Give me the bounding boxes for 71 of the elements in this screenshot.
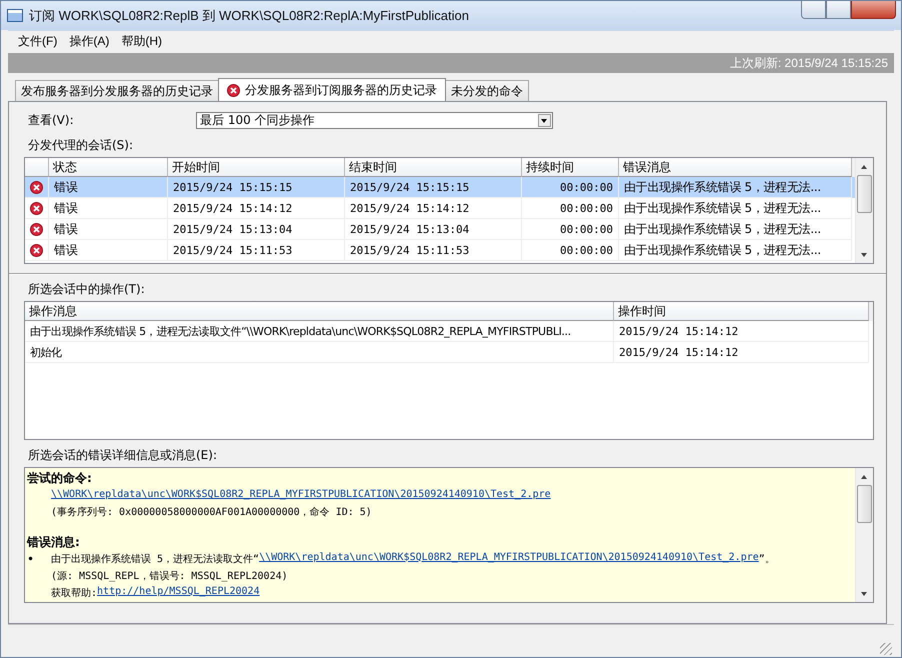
- error-icon: [30, 202, 43, 214]
- column-header[interactable]: 持续时间: [522, 158, 619, 177]
- column-header[interactable]: 错误消息: [619, 158, 852, 177]
- table-cell: 2015/9/24 15:15:15: [168, 177, 345, 198]
- table-cell: 错误: [49, 177, 168, 198]
- link[interactable]: http://help/MSSQL_REPL20024: [97, 586, 260, 600]
- table-cell: 2015/9/24 15:14:12: [345, 198, 522, 219]
- maximize-button[interactable]: [826, 1, 851, 19]
- table-cell: 由于出现操作系统错误 5，进程无法...: [619, 198, 852, 219]
- column-header[interactable]: 开始时间: [168, 158, 345, 177]
- table-cell: 2015/9/24 15:11:53: [168, 240, 345, 261]
- vertical-scrollbar[interactable]: [855, 468, 873, 602]
- bullet: •: [27, 552, 36, 566]
- table-cell: 错误: [49, 219, 168, 240]
- last-refresh-text: 上次刷新: 2015/9/24 15:15:25: [730, 54, 888, 72]
- section-label: 分发代理的会话(S):: [28, 137, 134, 153]
- section-label: 所选会话的错误详细信息或消息(E):: [28, 447, 218, 463]
- table-cell: 由于出现操作系统错误 5，进程无法读取文件“\\WORK\repldata\unc\WORK$SQL08R2_REPLA_MYFIRSTPUBLI...: [25, 321, 614, 342]
- details-text: 由于出现操作系统错误 5，进程无法读取文件“: [51, 552, 260, 566]
- details-text: ”。: [758, 552, 775, 566]
- table-cell: 由于出现操作系统错误 5，进程无法...: [619, 177, 852, 198]
- table-cell: 由于出现操作系统错误 5，进程无法...: [619, 219, 852, 240]
- error-icon: [227, 84, 240, 96]
- details-text: (事务序列号: 0x00000058000000AF001A00000000，命令 ID: 5): [51, 506, 372, 518]
- window-title: 订阅 WORK\SQL08R2:ReplB 到 WORK\SQL08R2:ReplA:MyFirstPublication: [29, 6, 469, 24]
- resize-grip-icon: [880, 643, 892, 655]
- column-header[interactable]: 操作消息: [25, 302, 614, 321]
- details-heading: 尝试的命令:: [27, 470, 93, 486]
- link[interactable]: \\WORK\repldata\unc\WORK$SQL08R2_REPLA_MYFIRSTPUBLICATION\20150924140910\Test_2.pre: [51, 489, 551, 500]
- details-heading: 错误消息:: [27, 534, 81, 550]
- error-icon: [30, 180, 43, 194]
- tab[interactable]: 发布服务器到分发服务器的历史记录: [15, 80, 219, 101]
- table-cell: 00:00:00: [522, 177, 619, 198]
- table-cell: 2015/9/24 15:13:04: [168, 219, 345, 240]
- column-header[interactable]: 结束时间: [345, 158, 522, 177]
- table-cell: 00:00:00: [522, 219, 619, 240]
- table-cell: 错误: [49, 198, 168, 219]
- vertical-scrollbar[interactable]: [855, 158, 873, 263]
- menu-item[interactable]: 操作(A): [63, 32, 116, 50]
- minimize-button[interactable]: [801, 1, 826, 19]
- section-label: 所选会话中的操作(T):: [28, 281, 146, 297]
- window-icon: [7, 9, 23, 22]
- menu-item[interactable]: 帮助(H): [115, 32, 168, 50]
- column-header[interactable]: 状态: [49, 158, 168, 177]
- table-cell: 00:00:00: [522, 198, 619, 219]
- view-label: 查看(V):: [28, 112, 75, 128]
- tab[interactable]: 未分发的命令: [445, 80, 529, 101]
- details-text: 获取帮助:: [51, 586, 98, 600]
- table-row[interactable]: 错误 2015/9/24 15:11:53 2015/9/24 15:11:53 00:00:00 由于出现操作系统错误 5，进程无法...: [25, 240, 855, 261]
- table-cell: 2015/9/24 15:14:12: [168, 198, 345, 219]
- table-cell: 2015/9/24 15:11:53: [345, 240, 522, 261]
- table-row[interactable]: 错误 2015/9/24 15:14:12 2015/9/24 15:14:12 00:00:00 由于出现操作系统错误 5，进程无法...: [25, 198, 855, 219]
- table-cell: 2015/9/24 15:15:15: [345, 177, 522, 198]
- table-cell: 2015/9/24 15:14:12: [614, 321, 869, 342]
- column-header[interactable]: 操作时间: [614, 302, 869, 321]
- table-cell: 初始化: [25, 342, 614, 363]
- table-cell: 错误: [49, 240, 168, 261]
- error-icon: [30, 244, 43, 256]
- details-text: (源: MSSQL_REPL，错误号: MSSQL_REPL20024): [51, 570, 288, 582]
- menu-item[interactable]: 文件(F): [12, 32, 64, 50]
- table-cell: 2015/9/24 15:13:04: [345, 219, 522, 240]
- table-row[interactable]: 错误 2015/9/24 15:15:15 2015/9/24 15:15:15 00:00:00 由于出现操作系统错误 5，进程无法...: [25, 177, 855, 198]
- table-cell: 由于出现操作系统错误 5，进程无法...: [619, 240, 852, 261]
- table-cell: 2015/9/24 15:14:12: [614, 342, 869, 363]
- table-cell: 00:00:00: [522, 240, 619, 261]
- link[interactable]: \\WORK\repldata\unc\WORK$SQL08R2_REPLA_MYFIRSTPUBLICATION\20150924140910\Test_2.pre: [259, 552, 759, 566]
- view-dropdown[interactable]: 最后 100 个同步操作: [196, 112, 553, 128]
- table-row[interactable]: 错误 2015/9/24 15:13:04 2015/9/24 15:13:04 00:00:00 由于出现操作系统错误 5，进程无法...: [25, 219, 855, 240]
- close-button[interactable]: [851, 1, 896, 19]
- tab[interactable]: 分发服务器到订阅服务器的历史记录: [218, 78, 446, 101]
- error-icon: [30, 222, 43, 236]
